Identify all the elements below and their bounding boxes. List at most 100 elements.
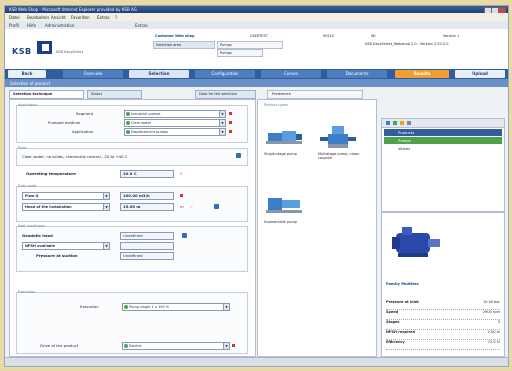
single-stage-pump-icon: [266, 131, 302, 144]
chevron-down-icon[interactable]: ▼: [219, 129, 225, 135]
project-select[interactable]: Pumps: [217, 41, 283, 49]
toolbar-icon[interactable]: [407, 121, 411, 125]
head-input[interactable]: 15.00 m: [120, 203, 174, 211]
menu-view[interactable]: Ansicht: [51, 15, 66, 20]
preferences-button[interactable]: Preference: [267, 90, 363, 99]
required-icon: [229, 112, 232, 115]
drive-select[interactable]: Electric ▼: [122, 342, 230, 350]
product-family-title: Family Multitec: [386, 281, 419, 286]
toolbar-icon[interactable]: [393, 121, 397, 125]
menu-file[interactable]: Datei: [9, 15, 20, 20]
selection-form-panel: Application Segment Industrial pumps ▼ Pu…: [9, 99, 256, 357]
menu-help[interactable]: ?: [115, 15, 117, 20]
info-icon[interactable]: [214, 204, 219, 209]
status-dot-icon: [124, 305, 128, 309]
chevron-down-icon[interactable]: ▼: [223, 343, 229, 349]
tree-item-label: Products: [398, 130, 415, 135]
medium-label: Pumped medium: [48, 120, 81, 125]
tab-selection-data[interactable]: Data for the selection: [195, 90, 256, 99]
submersible-pump-icon: [266, 198, 302, 213]
execution-group-label: Execution: [18, 290, 36, 294]
toolbar-icon[interactable]: [400, 121, 404, 125]
tile-single-stage[interactable]: Single-stage pump: [262, 124, 310, 164]
flow-select[interactable]: Flow Q ▼: [22, 192, 110, 200]
app-menu-extras[interactable]: Extras: [135, 23, 148, 28]
spec-key: Efficiency: [386, 340, 405, 344]
tab-status[interactable]: Status: [87, 90, 142, 99]
spec-key: Pressure at inlet: [386, 300, 419, 304]
spec-value: 2900 rpm: [482, 310, 500, 314]
back-button[interactable]: Back: [8, 70, 46, 78]
tab-overview[interactable]: Overview: [63, 70, 123, 78]
results-button[interactable]: Results: [395, 70, 449, 78]
ksb-logo: KSB KSB EasySelect: [12, 38, 83, 60]
product-types-title: Product types: [264, 103, 289, 107]
npsh-select[interactable]: NPSH available ▼: [22, 242, 110, 250]
tab-configuration[interactable]: Configuration: [195, 70, 255, 78]
project-button[interactable]: Selection area: [153, 41, 215, 49]
application-select[interactable]: Displacement pumps ▼: [124, 128, 226, 136]
info-icon[interactable]: [182, 233, 187, 238]
tab-selection[interactable]: Selection: [129, 70, 189, 78]
info-icon[interactable]: [236, 153, 241, 158]
menu-tools[interactable]: Extras: [97, 15, 110, 20]
tile-multistage[interactable]: Multistage pump, close-coupled: [316, 124, 364, 164]
tree-item-label: Pumps: [398, 138, 411, 143]
tree-item-label: Valves: [398, 146, 411, 151]
app-menu-profile[interactable]: Profil: [9, 23, 19, 28]
temperature-input[interactable]: 20.0 C: [120, 170, 174, 178]
execution-value: Pump single 1 x 100 %: [129, 305, 170, 309]
product-tree-panel: Products Pumps Valves: [381, 118, 505, 212]
spec-row: Efficiency 72.5 %: [386, 339, 500, 350]
temperature-unit: C: [180, 171, 183, 176]
flow-label: Flow Q: [25, 194, 39, 198]
menu-favorites[interactable]: Favoriten: [71, 15, 90, 20]
chevron-down-icon[interactable]: ▼: [103, 204, 109, 210]
execution-select[interactable]: Pump single 1 x 100 % ▼: [122, 303, 230, 311]
upload-button[interactable]: Upload: [455, 70, 505, 78]
head-unit: m: [180, 204, 184, 209]
medium-select[interactable]: Clear water ▼: [124, 119, 226, 127]
chevron-down-icon[interactable]: ▼: [223, 304, 229, 310]
tile-submersible[interactable]: Submersible pump: [262, 192, 310, 232]
tree-item-products[interactable]: Products: [384, 129, 502, 136]
chevron-down-icon[interactable]: ▼: [219, 111, 225, 117]
tree-item-pumps[interactable]: Pumps: [384, 137, 502, 144]
head-select[interactable]: Head of the installation ▼: [22, 203, 110, 211]
menu-edit[interactable]: Bearbeiten: [27, 15, 49, 20]
logo-text: KSB: [12, 47, 32, 56]
chevron-down-icon[interactable]: ▼: [103, 193, 109, 199]
tab-selection-technique[interactable]: Selection technique: [9, 90, 84, 99]
chevron-down-icon[interactable]: ▼: [103, 243, 109, 249]
required-icon: [180, 194, 183, 197]
title-bar: KSB Web Shop - Microsoft Internet Explor…: [5, 6, 508, 14]
country-select[interactable]: Pumps: [217, 49, 263, 57]
temperature-label: Operating temperature: [26, 171, 76, 176]
flow-input[interactable]: 100.00 m3/h: [120, 192, 174, 200]
fluid-description: Clear water, no solids, chemically neutr…: [22, 154, 128, 159]
npsh-input[interactable]: [120, 242, 174, 250]
app-menu-help[interactable]: Hilfe: [27, 23, 36, 28]
medium-value: Clear water: [131, 121, 152, 125]
tree-item-valves[interactable]: Valves: [384, 145, 502, 152]
segment-select[interactable]: Industrial pumps ▼: [124, 110, 226, 118]
toolbar-icon[interactable]: [386, 121, 390, 125]
tab-documents[interactable]: Documents: [327, 70, 387, 78]
execution-label: Execution: [80, 304, 99, 309]
suction-pressure-input[interactable]: Undefined: [120, 252, 174, 260]
app-menu-admin[interactable]: Administration: [45, 23, 74, 28]
spec-value: 72.5 %: [487, 340, 500, 344]
chevron-down-icon[interactable]: ▼: [219, 120, 225, 126]
logo-mark-inner: [42, 44, 49, 51]
required-icon: [232, 344, 235, 347]
product-image: [392, 227, 440, 257]
browser-window: KSB Web Shop - Microsoft Internet Explor…: [4, 5, 509, 367]
curve-icon[interactable]: ⟋: [190, 204, 193, 209]
npsh-label: NPSH available: [25, 244, 56, 248]
segment-value: Industrial pumps: [131, 112, 161, 116]
tab-curves[interactable]: Curves: [261, 70, 321, 78]
tile-label: Multistage pump, close-coupled: [318, 152, 360, 160]
window-title: KSB Web Shop - Microsoft Internet Explor…: [9, 7, 137, 12]
geodetic-head-input[interactable]: Undefined: [120, 232, 174, 240]
application-value: Displacement pumps: [131, 130, 169, 134]
